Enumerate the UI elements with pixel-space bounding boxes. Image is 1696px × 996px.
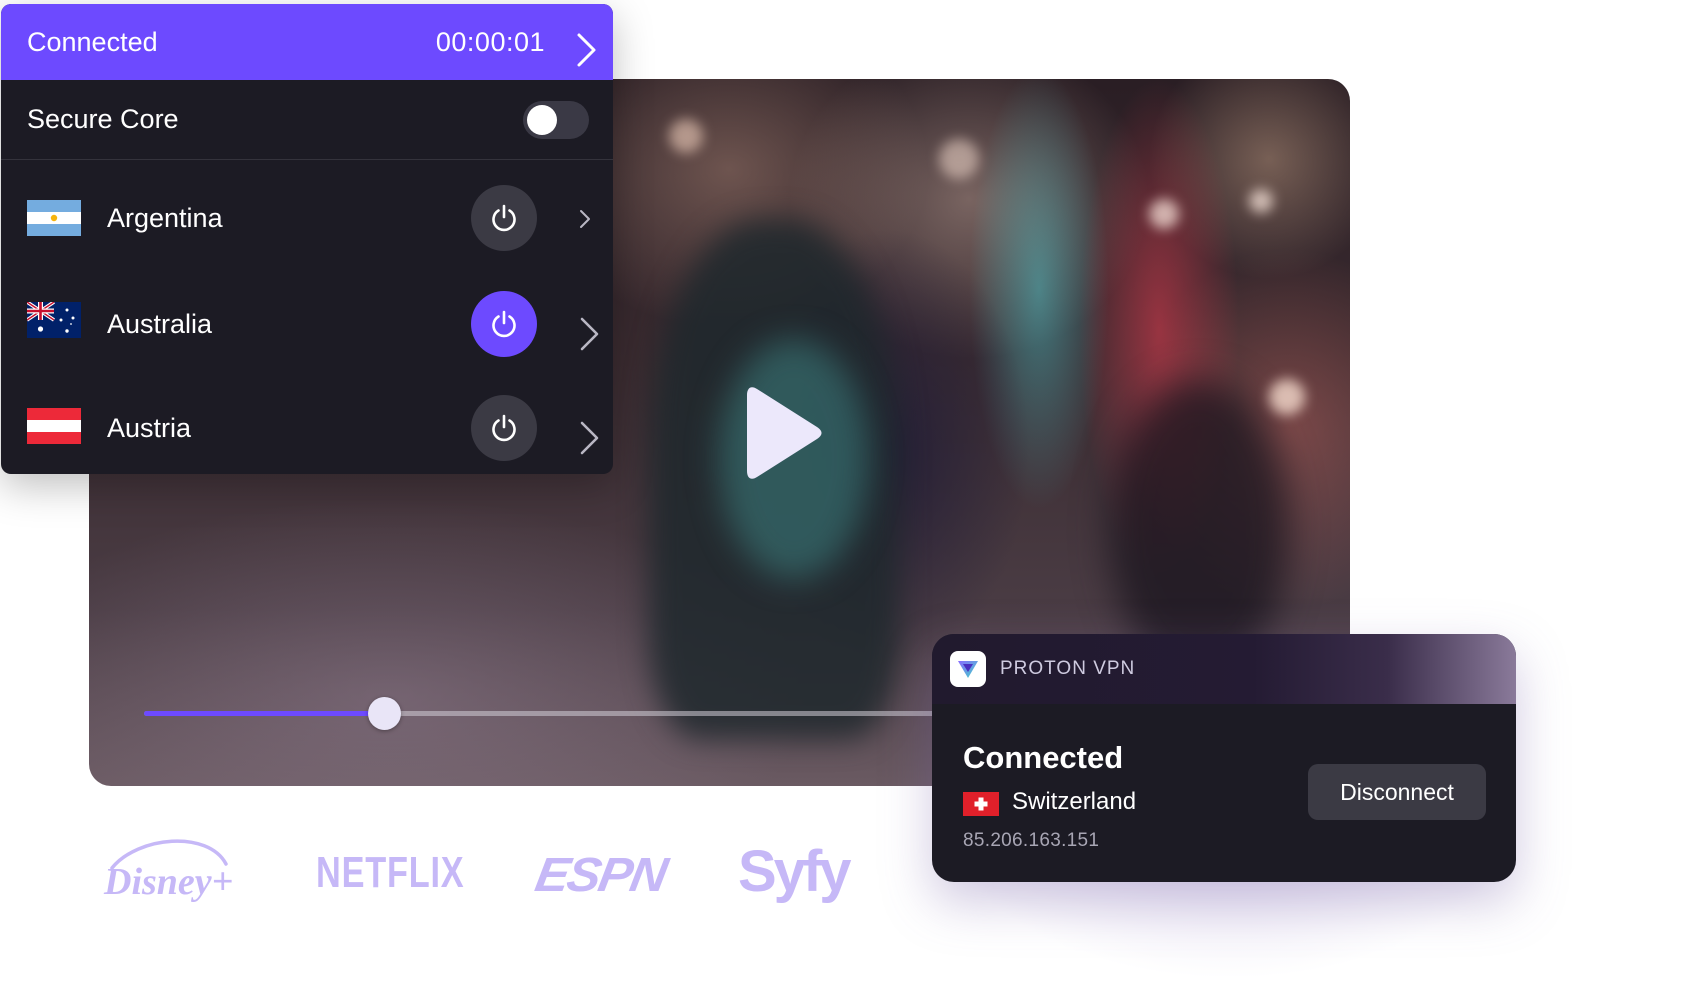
svg-text:Disney+: Disney+ (103, 861, 233, 903)
background-bokeh (1149, 199, 1179, 229)
seek-bar[interactable] (144, 697, 944, 730)
country-name: Austria (107, 412, 192, 443)
espn-logo: ESPN (531, 849, 670, 902)
connection-status: Connected (27, 26, 158, 57)
disconnect-button[interactable]: Disconnect (1308, 764, 1486, 820)
secure-core-label: Secure Core (27, 104, 179, 134)
chevron-right-icon[interactable] (578, 208, 592, 230)
notification-header: PROTON VPN (932, 634, 1516, 704)
seek-progress (144, 711, 384, 716)
syfy-logo: Syfy (738, 839, 852, 904)
connection-header[interactable]: Connected 00:00:01 (1, 4, 613, 80)
background-bokeh (669, 119, 703, 153)
switzerland-flag-icon (963, 792, 999, 816)
toggle-knob (527, 105, 557, 135)
argentina-flag-icon (27, 200, 81, 236)
notification-status: Connected (963, 740, 1124, 775)
vpn-country-panel: Connected 00:00:01 Secure Core Argentina (1, 4, 613, 474)
secure-core-row: Secure Core (1, 80, 613, 160)
vpn-notification-card: PROTON VPN Connected Switzerland 85.206.… (932, 634, 1516, 882)
power-icon (492, 204, 516, 232)
disney-plus-logo: Disney+ (103, 839, 233, 903)
country-row-argentina[interactable]: Argentina (1, 168, 613, 268)
country-name: Argentina (107, 202, 223, 233)
connection-timer: 00:00:01 (435, 26, 545, 57)
country-name: Australia (107, 308, 213, 339)
chevron-right-icon[interactable] (579, 420, 601, 456)
connect-button-argentina[interactable] (471, 185, 537, 251)
connected-country: Switzerland (1012, 788, 1137, 815)
app-name: PROTON VPN (1000, 658, 1136, 679)
background-bokeh (939, 139, 979, 179)
secure-core-toggle[interactable] (523, 101, 589, 139)
play-icon[interactable] (743, 383, 823, 483)
connect-button-australia[interactable] (471, 291, 537, 357)
country-row-austria[interactable]: Austria (1, 378, 613, 474)
background-bokeh (1269, 379, 1305, 415)
power-icon (492, 310, 516, 338)
country-row-australia[interactable]: Australia (1, 274, 613, 374)
proton-vpn-icon (950, 651, 986, 687)
ip-address: 85.206.163.151 (963, 830, 1100, 851)
seek-thumb[interactable] (368, 697, 401, 730)
netflix-logo: NETFLIX (316, 848, 465, 897)
chevron-right-icon[interactable] (579, 316, 601, 352)
austria-flag-icon (27, 408, 81, 444)
australia-flag-icon (27, 302, 81, 338)
background-bokeh (1249, 189, 1273, 213)
connect-button-austria[interactable] (471, 395, 537, 461)
chevron-right-icon (577, 33, 596, 67)
power-icon (492, 414, 516, 442)
